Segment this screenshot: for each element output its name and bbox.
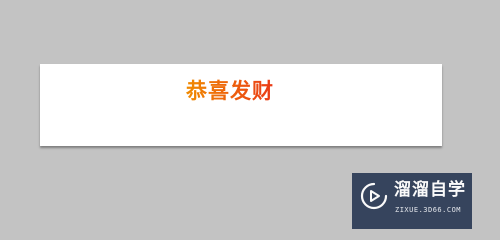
watermark-logo: 溜溜自学 ZIXUE.3D66.COM bbox=[352, 173, 472, 229]
greeting-text: 恭喜发财 bbox=[186, 79, 274, 103]
watermark-title: 溜溜自学 bbox=[394, 180, 466, 200]
text-card: 恭喜发财 bbox=[40, 64, 442, 146]
watermark-url: ZIXUE.3D66.COM bbox=[395, 206, 462, 214]
play-icon bbox=[360, 182, 388, 210]
canvas: 恭喜发财 溜溜自学 ZIXUE.3D66.COM bbox=[0, 0, 500, 235]
